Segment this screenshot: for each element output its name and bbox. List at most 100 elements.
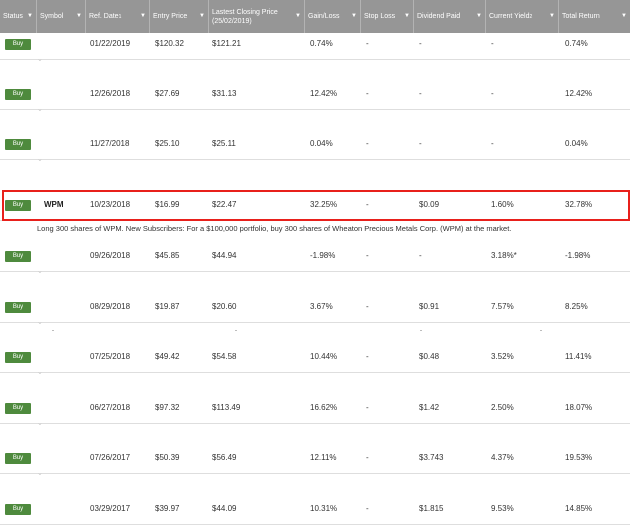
current-yield-cell: 9.53% [491, 504, 514, 513]
closing-price-cell: $121.21 [212, 39, 241, 48]
total-return-cell: 12.42% [565, 89, 593, 98]
table-row[interactable]: Buy 03/29/2017 $39.97 $44.09 10.31% - $1.815 9.… [0, 495, 630, 523]
closing-price-cell: $44.09 [212, 504, 237, 513]
dividend-paid-cell: - [419, 39, 422, 48]
stop-loss-cell: - [366, 139, 369, 148]
expanded-row-note: Long 300 shares of WPM. New Subscribers:… [37, 224, 512, 233]
row-separator [0, 372, 630, 373]
entry-price-cell: $19.87 [155, 302, 180, 311]
sort-caret-icon[interactable]: ▼ [621, 13, 627, 19]
dividend-paid-cell: $0.91 [419, 302, 440, 311]
current-yield-cell: 3.18%* [491, 251, 517, 260]
column-header-stop-loss[interactable]: Stop Loss ▼ [361, 0, 414, 33]
gain-loss-cell: 3.67% [310, 302, 333, 311]
current-yield-cell: 2.50% [491, 403, 514, 412]
expand-chevron-icon[interactable]: ⌄ [37, 319, 45, 326]
table-row[interactable]: Buy 08/29/2018 $19.87 $20.60 3.67% - $0.91 7.57… [0, 293, 630, 321]
sort-caret-icon[interactable]: ▼ [404, 13, 410, 19]
column-header-label: Dividend Paid [417, 13, 461, 20]
row-spacer [0, 323, 630, 343]
sort-caret-icon[interactable]: ▼ [351, 13, 357, 19]
buy-status-button[interactable]: Buy [5, 200, 31, 211]
row-separator [0, 423, 630, 424]
dividend-paid-cell: - [419, 251, 422, 260]
table-row[interactable]: Buy 12/26/2018 $27.69 $31.13 12.42% - - - 12.42% [0, 80, 630, 108]
sort-caret-icon[interactable]: ▼ [476, 13, 482, 19]
buy-status-button[interactable]: Buy [5, 89, 31, 100]
buy-status-button[interactable]: Buy [5, 302, 31, 313]
current-yield-cell: - [491, 139, 494, 148]
divider-dot [52, 330, 54, 331]
closing-price-cell: $54.58 [212, 352, 237, 361]
entry-price-cell: $39.97 [155, 504, 180, 513]
buy-status-button[interactable]: Buy [5, 403, 31, 414]
buy-status-button[interactable]: Buy [5, 39, 31, 50]
stop-loss-cell: - [366, 251, 369, 260]
gain-loss-cell: 12.42% [310, 89, 338, 98]
column-header-gain-loss[interactable]: Gain/Loss ▼ [305, 0, 361, 33]
column-header-entry-price[interactable]: Entry Price ▼ [150, 0, 209, 33]
entry-price-cell: $49.42 [155, 352, 180, 361]
column-header-label: Gain/Loss [308, 13, 340, 20]
ref-date-cell: 07/26/2017 [90, 453, 131, 462]
entry-price-cell: $25.10 [155, 139, 180, 148]
closing-price-cell: $31.13 [212, 89, 237, 98]
stop-loss-cell: - [366, 453, 369, 462]
gain-loss-cell: 12.11% [310, 453, 337, 462]
row-spacer [0, 474, 630, 495]
expand-chevron-icon[interactable]: ⌄ [37, 106, 45, 113]
entry-price-cell: $50.39 [155, 453, 180, 462]
sort-caret-icon[interactable]: ▼ [27, 13, 33, 19]
gain-loss-cell: 0.74% [310, 39, 333, 48]
table-row[interactable]: Buy 09/26/2018 $45.85 $44.94 -1.98% - - 3.18%* -… [0, 242, 630, 270]
buy-status-button[interactable]: Buy [5, 352, 31, 363]
table-row[interactable]: Buy 01/22/2019 $120.32 $121.21 0.74% - - - 0.74% [0, 30, 630, 58]
stop-loss-cell: - [366, 200, 369, 209]
expand-chevron-icon[interactable]: ⌄ [37, 56, 45, 63]
dividend-paid-cell: - [419, 139, 422, 148]
table-row[interactable]: Buy 06/27/2018 $97.32 $113.49 16.62% - $1.42 2.… [0, 394, 630, 422]
table-row[interactable]: Buy 07/25/2018 $49.42 $54.58 10.44% - $0.48 3.5… [0, 343, 630, 371]
buy-status-button[interactable]: Buy [5, 139, 31, 150]
column-header-symbol[interactable]: Symbol ▼ [37, 0, 86, 33]
column-header-dividend-paid[interactable]: Dividend Paid ▼ [414, 0, 486, 33]
table-row[interactable]: Buy 11/27/2018 $25.10 $25.11 0.04% - - - 0.04% [0, 130, 630, 158]
column-header-closing-price[interactable]: Lastest Closing Price (25/02/2019) ▼ [209, 0, 305, 33]
sort-caret-icon[interactable]: ▼ [199, 13, 205, 19]
total-return-cell: -1.98% [565, 251, 591, 260]
entry-price-cell: $16.99 [155, 200, 180, 209]
buy-status-button[interactable]: Buy [5, 251, 31, 262]
expand-chevron-icon[interactable]: ⌄ [37, 470, 45, 477]
buy-status-button[interactable]: Buy [5, 504, 31, 515]
row-spacer [0, 60, 630, 80]
column-header-total-return[interactable]: Total Return ▼ [559, 0, 630, 33]
total-return-cell: 8.25% [565, 302, 588, 311]
total-return-cell: 0.04% [565, 139, 588, 148]
sort-caret-icon[interactable]: ▼ [295, 13, 301, 19]
sort-caret-icon[interactable]: ▼ [140, 13, 146, 19]
expand-chevron-icon[interactable]: ⌄ [37, 420, 45, 427]
buy-status-button[interactable]: Buy [5, 453, 31, 464]
expand-chevron-icon[interactable]: ⌄ [37, 268, 45, 275]
expand-chevron-icon[interactable]: ⌄ [37, 156, 45, 163]
total-return-cell: 18.07% [565, 403, 593, 412]
column-header-status[interactable]: Status ▼ [0, 0, 37, 33]
dividend-paid-cell: $0.09 [419, 200, 440, 209]
expand-chevron-icon[interactable]: ⌄ [37, 369, 45, 376]
row-divider-dots [0, 330, 630, 332]
row-separator [0, 271, 630, 272]
closing-price-cell: $44.94 [212, 251, 237, 260]
sort-caret-icon[interactable]: ▼ [549, 13, 555, 19]
column-header-current-yield[interactable]: Current Yield 2 ▼ [486, 0, 559, 33]
ref-date-cell: 10/23/2018 [90, 200, 131, 209]
row-spacer [0, 110, 630, 130]
sort-caret-icon[interactable]: ▼ [76, 13, 82, 19]
divider-dot [420, 330, 422, 331]
column-header-ref-date[interactable]: Ref. Date 1 ▼ [86, 0, 150, 33]
stop-loss-cell: - [366, 504, 369, 513]
ref-date-cell: 01/22/2019 [90, 39, 131, 48]
table-row[interactable]: Buy WPM 10/23/2018 $16.99 $22.47 32.25% - $0.09… [0, 191, 630, 219]
row-separator [0, 109, 630, 110]
column-header-label: Ref. Date [89, 13, 119, 20]
table-row[interactable]: Buy 07/26/2017 $50.39 $56.49 12.11% - $3.743 4.… [0, 444, 630, 472]
